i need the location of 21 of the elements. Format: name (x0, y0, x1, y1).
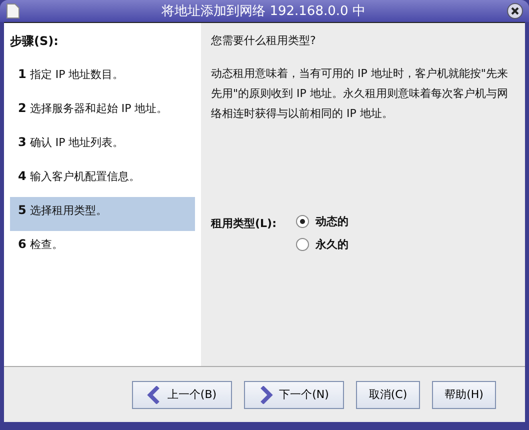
radio-option[interactable]: 动态的 (296, 214, 348, 229)
description-text: 动态租用意味着，当有可用的 IP 地址时，客户机就能按"先来先用"的原则收到 IP 地址。永久租用则意味着每次客户机与网络相连时获得与以前相同的 IP 地址。 (211, 66, 509, 122)
next-button[interactable]: 下一个(N) (244, 380, 344, 408)
back-button[interactable]: 上一个(B) (132, 380, 232, 408)
step-item: 2 选择服务器和起始 IP 地址。 (17, 100, 169, 117)
steps-heading: 步骤(S): (10, 33, 60, 50)
step-item: 5 选择租用类型。 (10, 197, 195, 231)
step-item: 6 检查。 (17, 236, 64, 253)
document-icon (6, 3, 20, 19)
chevron-right-icon (259, 386, 274, 404)
lease-type-label: 租用类型(L): (211, 216, 276, 232)
step-item: 4 输入客户机配置信息。 (17, 168, 141, 185)
step-item: 3 确认 IP 地址列表。 (17, 134, 125, 151)
window-title: 将地址添加到网络 192.168.0.0 中 (160, 3, 366, 20)
radio-option[interactable]: 永久的 (296, 237, 348, 252)
question-text: 您需要什么租用类型? (211, 33, 317, 48)
close-icon[interactable] (507, 3, 523, 19)
dialog-button[interactable]: 帮助(H) (432, 380, 496, 408)
chevron-left-icon (147, 386, 162, 404)
dialog-button[interactable]: 取消(C) (356, 380, 420, 408)
step-item: 1 指定 IP 地址数目。 (17, 66, 125, 83)
